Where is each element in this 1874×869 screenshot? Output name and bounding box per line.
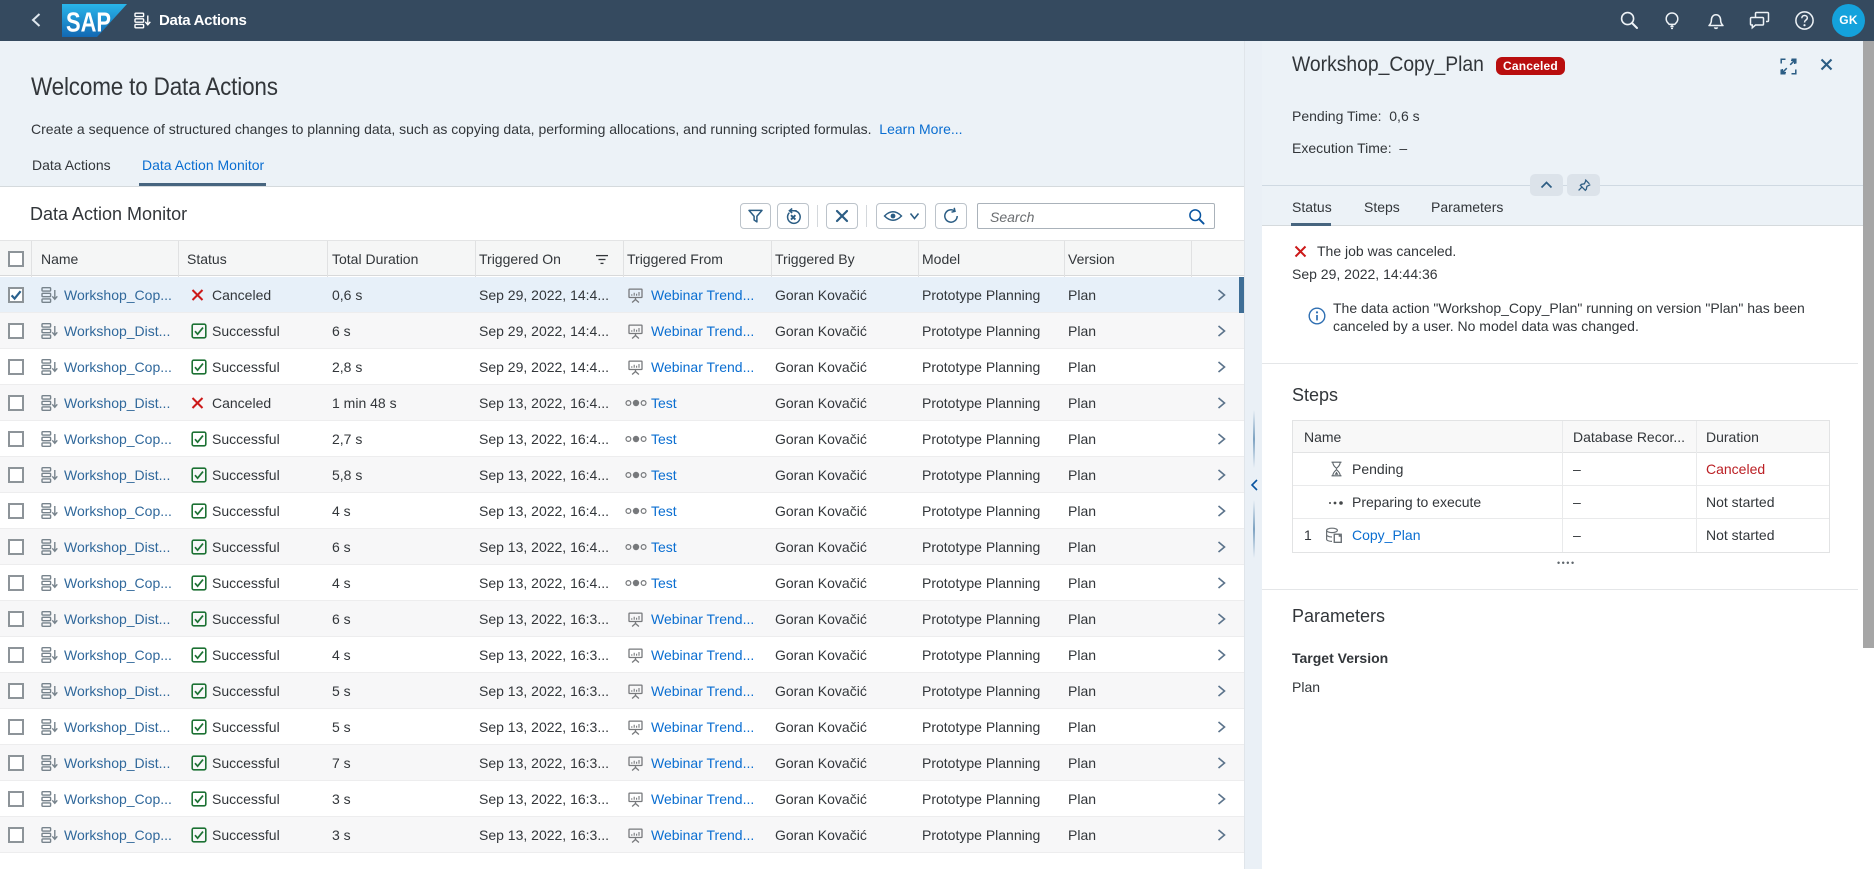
svg-text:SAP: SAP [66, 7, 111, 38]
